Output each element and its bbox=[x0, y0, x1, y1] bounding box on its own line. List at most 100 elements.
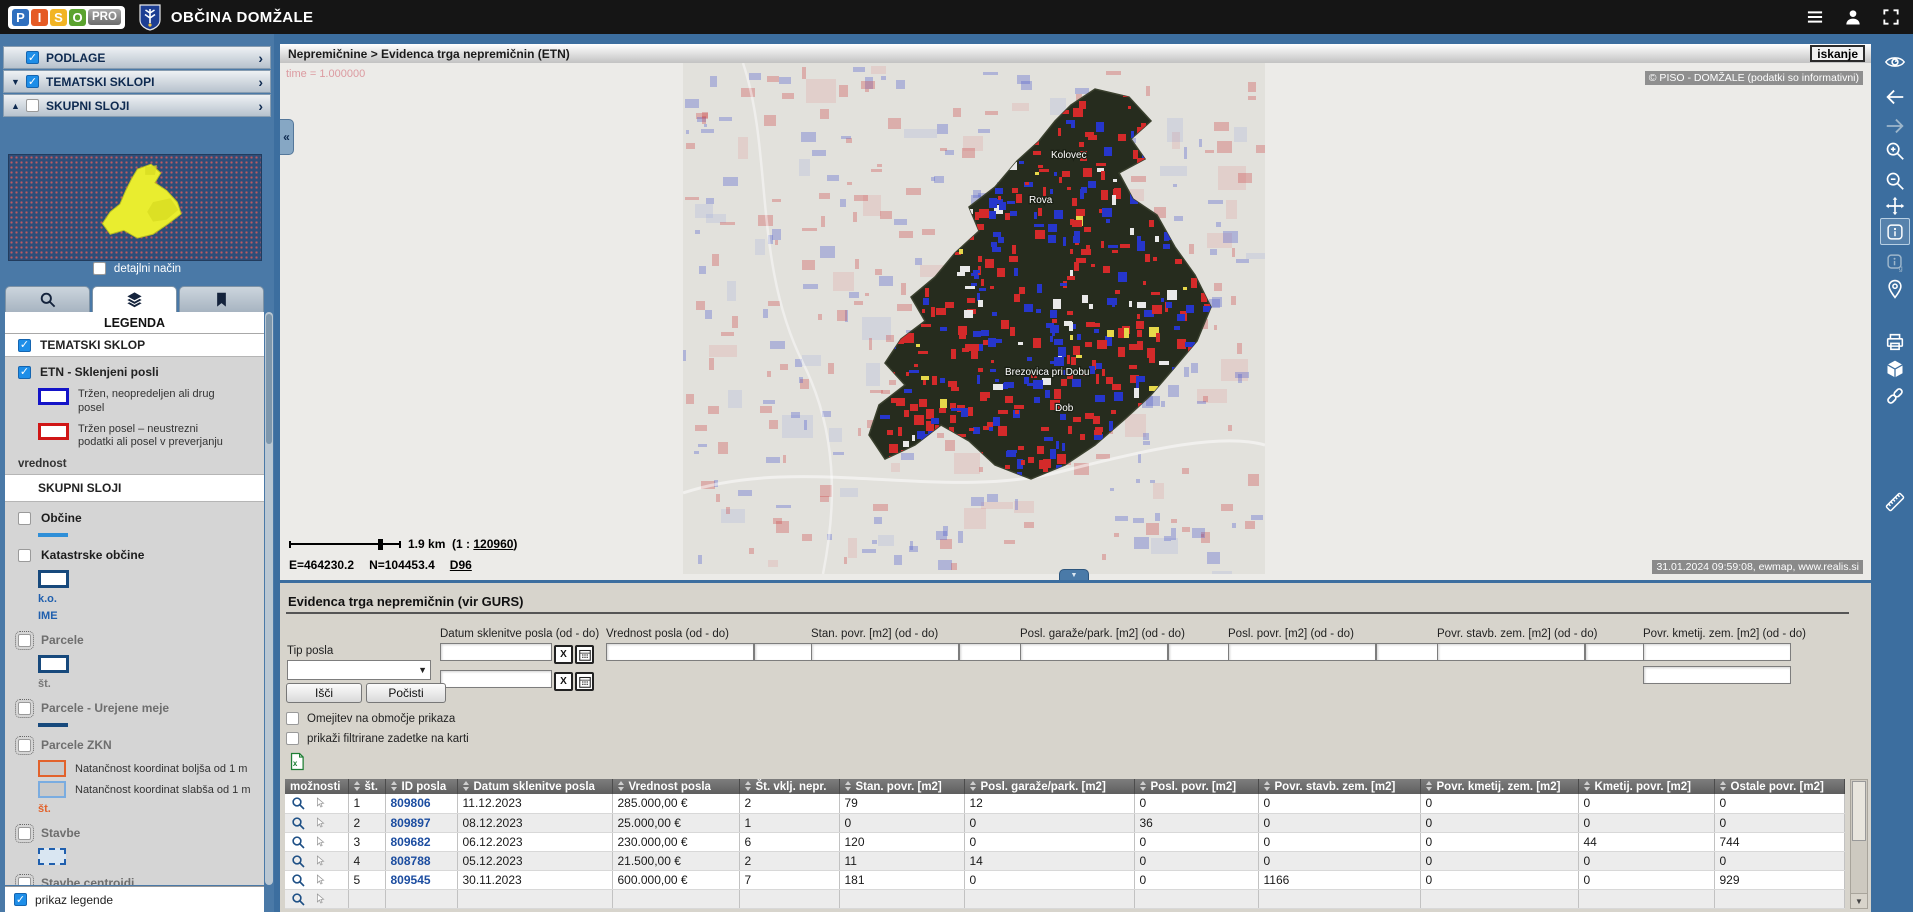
id-posla-link[interactable]: 809545 bbox=[391, 873, 431, 887]
user-icon[interactable] bbox=[1843, 7, 1863, 27]
column-header[interactable]: Povr. kmetij. zem. [m2] bbox=[1420, 779, 1578, 794]
etn-layer-checkbox[interactable] bbox=[18, 366, 31, 379]
row-detail-button[interactable] bbox=[290, 834, 306, 850]
layer-checkbox[interactable] bbox=[18, 702, 31, 715]
row-select-icon[interactable] bbox=[313, 854, 327, 868]
panel-expander-icon[interactable]: ▲ bbox=[11, 101, 26, 111]
sidebar-collapse-handle[interactable]: « bbox=[280, 119, 294, 155]
breadcrumb[interactable]: Nepremičnine > Evidenca trga nepremičnin… bbox=[288, 47, 570, 61]
posl-gara-e-park-m2-od-do-from-input[interactable] bbox=[1020, 643, 1168, 661]
column-header[interactable]: Ostale povr. [m2] bbox=[1714, 779, 1844, 794]
overview-map[interactable] bbox=[8, 154, 262, 261]
vrednost-posla-od-do-from-input[interactable] bbox=[606, 643, 754, 661]
id-posla-link[interactable]: 809897 bbox=[391, 816, 431, 830]
filter-checkbox[interactable] bbox=[286, 712, 299, 725]
column-header[interactable]: Datum sklenitve posla bbox=[457, 779, 612, 794]
column-header[interactable]: Stan. povr. [m2] bbox=[839, 779, 964, 794]
sidebar-panel-podlage[interactable]: PODLAGE › bbox=[3, 46, 271, 69]
row-select-icon[interactable] bbox=[313, 892, 327, 906]
excel-export-icon[interactable]: x bbox=[288, 752, 304, 771]
search-button[interactable]: iskanje bbox=[1810, 45, 1865, 62]
layer-checkbox[interactable] bbox=[18, 827, 31, 840]
link-icon[interactable] bbox=[1880, 382, 1910, 409]
cube-icon[interactable] bbox=[1880, 355, 1910, 382]
clear-date-icon[interactable]: X bbox=[554, 672, 573, 691]
zoom-out-icon[interactable] bbox=[1880, 167, 1910, 194]
arrow-left-icon[interactable] bbox=[1880, 83, 1910, 110]
column-header[interactable]: ID posla bbox=[385, 779, 457, 794]
datum-sklenitve-posla-od-do-to-input[interactable] bbox=[440, 670, 552, 688]
row-select-icon[interactable] bbox=[313, 816, 327, 830]
chevron-right-icon[interactable]: › bbox=[258, 75, 263, 89]
scrollbar-down-arrow[interactable]: ▼ bbox=[1851, 893, 1867, 908]
map-viewport[interactable]: time = 1.000000 © PISO - DOMŽALE (podatk… bbox=[280, 63, 1871, 580]
layer-checkbox[interactable] bbox=[18, 549, 31, 562]
panel-scrollbar[interactable]: ▼ bbox=[1850, 779, 1868, 909]
row-detail-button[interactable] bbox=[290, 795, 306, 811]
clear-date-icon[interactable]: X bbox=[554, 645, 573, 664]
id-posla-link[interactable]: 809682 bbox=[391, 835, 431, 849]
panel-expander-icon[interactable]: ▼ bbox=[11, 77, 26, 87]
row-select-icon[interactable] bbox=[313, 835, 327, 849]
calendar-icon[interactable] bbox=[575, 645, 594, 664]
povr-kmetij-zem-m2-od-do-to-input[interactable] bbox=[1643, 666, 1791, 684]
panel-checkbox[interactable] bbox=[26, 75, 39, 88]
row-select-icon[interactable] bbox=[313, 796, 327, 810]
filter-checkbox[interactable] bbox=[286, 732, 299, 745]
eye-icon[interactable] bbox=[1880, 48, 1910, 75]
column-header[interactable]: Posl. povr. [m2] bbox=[1134, 779, 1258, 794]
identify-icon[interactable] bbox=[1880, 218, 1910, 245]
row-detail-button[interactable] bbox=[290, 872, 306, 888]
chevron-right-icon[interactable]: › bbox=[258, 51, 263, 65]
row-select-icon[interactable] bbox=[313, 873, 327, 887]
panel-checkbox[interactable] bbox=[26, 51, 39, 64]
tab-bookmarks[interactable] bbox=[179, 286, 264, 312]
detail-mode-checkbox[interactable] bbox=[93, 262, 106, 275]
row-detail-button[interactable] bbox=[290, 891, 306, 907]
id-posla-link[interactable]: 808788 bbox=[391, 854, 431, 868]
layer-checkbox[interactable] bbox=[18, 739, 31, 752]
row-detail-button[interactable] bbox=[290, 815, 306, 831]
column-header[interactable]: Kmetij. povr. [m2] bbox=[1578, 779, 1714, 794]
datum-link[interactable]: D96 bbox=[450, 558, 472, 572]
table-row[interactable]: 380968206.12.2023230.000,00 €61200000447… bbox=[285, 832, 1844, 851]
scale-ratio-link[interactable]: 120960 bbox=[473, 537, 513, 551]
sidebar-panel-skupni-sloji[interactable]: ▲ SKUPNI SLOJI › bbox=[3, 94, 271, 117]
pan-icon[interactable] bbox=[1880, 192, 1910, 219]
column-header[interactable]: Posl. garaže/park. [m2] bbox=[964, 779, 1134, 794]
panel-checkbox[interactable] bbox=[26, 99, 39, 112]
povr-stavb-zem-m2-od-do-from-input[interactable] bbox=[1437, 643, 1585, 661]
table-row[interactable]: 180980611.12.2023285.000,00 €2791200000 bbox=[285, 794, 1844, 813]
show-legend-checkbox[interactable] bbox=[14, 893, 27, 906]
table-row[interactable] bbox=[285, 889, 1844, 908]
fullscreen-icon[interactable] bbox=[1881, 7, 1901, 27]
posl-povr-m2-od-do-from-input[interactable] bbox=[1228, 643, 1376, 661]
column-header[interactable]: Št. vklj. nepr. bbox=[739, 779, 839, 794]
table-row[interactable]: 280989708.12.202325.000,00 €100360000 bbox=[285, 813, 1844, 832]
layer-checkbox[interactable] bbox=[18, 877, 31, 886]
layer-checkbox[interactable] bbox=[18, 512, 31, 525]
tab-layers[interactable] bbox=[92, 286, 177, 312]
tip-posla-select[interactable]: ▼ bbox=[287, 660, 431, 680]
layer-checkbox[interactable] bbox=[18, 634, 31, 647]
datum-sklenitve-posla-od-do-from-input[interactable] bbox=[440, 643, 552, 661]
print-icon[interactable] bbox=[1880, 328, 1910, 355]
tab-search[interactable] bbox=[5, 286, 90, 312]
column-header[interactable]: Povr. stavb. zem. [m2] bbox=[1258, 779, 1420, 794]
ruler-icon[interactable] bbox=[1880, 488, 1910, 515]
column-header[interactable]: Vrednost posla bbox=[612, 779, 739, 794]
location-pin-icon[interactable] bbox=[1880, 275, 1910, 302]
map-image[interactable]: KolovecRovaBrezovica pri DobuDob bbox=[683, 63, 1265, 574]
legend-theme-header[interactable]: TEMATSKI SKLOP bbox=[5, 334, 264, 357]
column-header[interactable]: št. bbox=[348, 779, 385, 794]
menu-icon[interactable] bbox=[1805, 7, 1825, 27]
map-collapse-handle[interactable]: ▼ bbox=[1059, 569, 1089, 580]
table-row[interactable]: 480878805.12.202321.500,00 €2111400000 bbox=[285, 851, 1844, 870]
row-detail-button[interactable] bbox=[290, 853, 306, 869]
sidebar-panel-tematski-sklopi[interactable]: ▼ TEMATSKI SKLOPI › bbox=[3, 70, 271, 93]
piso-logo[interactable]: P I S O PRO bbox=[8, 6, 125, 29]
sidebar-scrollbar[interactable] bbox=[265, 312, 273, 885]
id-posla-link[interactable]: 809806 bbox=[391, 796, 431, 810]
chevron-right-icon[interactable]: › bbox=[258, 99, 263, 113]
stan-povr-m2-od-do-from-input[interactable] bbox=[811, 643, 959, 661]
